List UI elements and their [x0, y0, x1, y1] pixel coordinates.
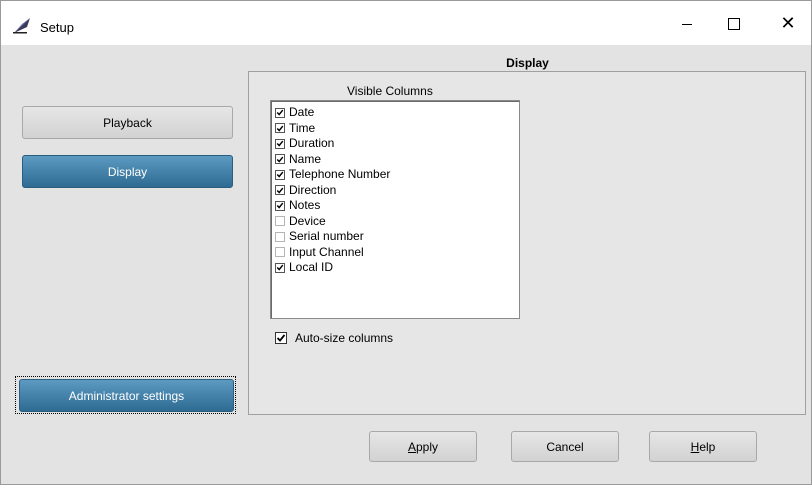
- setup-feather-icon: [13, 18, 30, 34]
- maximize-button[interactable]: [711, 1, 757, 45]
- sidebar-item-label: Playback: [103, 115, 152, 130]
- setup-window: Setup ✕ Playback Display Administrator s…: [0, 0, 812, 485]
- help-button[interactable]: Help: [649, 431, 757, 462]
- visible-columns-list[interactable]: Date Time Duration Name Telephone Number Dire…: [270, 100, 520, 319]
- checkbox-icon[interactable]: [275, 154, 285, 165]
- column-option-label: Input Channel: [289, 244, 364, 259]
- checkmark-icon: [276, 334, 286, 342]
- checkmark-icon: [276, 187, 284, 194]
- close-button[interactable]: ✕: [765, 1, 811, 45]
- column-option[interactable]: Time: [275, 121, 390, 137]
- column-option[interactable]: Serial number: [275, 229, 390, 245]
- visible-columns-items: Date Time Duration Name Telephone Number Dire…: [275, 105, 390, 276]
- checkmark-icon: [276, 202, 284, 209]
- column-option[interactable]: Local ID: [275, 260, 390, 276]
- checkmark-icon: [276, 264, 284, 271]
- cancel-label: Cancel: [546, 439, 584, 454]
- column-option[interactable]: Telephone Number: [275, 167, 390, 183]
- checkbox-icon[interactable]: [275, 107, 285, 118]
- administrator-settings-label: Administrator settings: [68, 388, 185, 403]
- checkbox-icon[interactable]: [275, 200, 285, 211]
- checkbox-icon[interactable]: [275, 262, 285, 273]
- column-option-label: Local ID: [289, 260, 334, 275]
- column-option-label: Date: [289, 105, 315, 120]
- checkbox-icon[interactable]: [275, 231, 285, 242]
- maximize-icon: [728, 18, 740, 30]
- checkbox-icon[interactable]: [275, 332, 287, 344]
- checkbox-icon[interactable]: [275, 138, 285, 149]
- column-option[interactable]: Notes: [275, 198, 390, 214]
- minimize-icon: [682, 23, 692, 25]
- column-option-label: Serial number: [289, 229, 364, 244]
- help-mnemonic: H: [690, 439, 700, 454]
- apply-label: pply: [416, 439, 439, 454]
- column-option-label: Duration: [289, 136, 335, 151]
- apply-mnemonic: A: [407, 439, 416, 454]
- checkbox-icon[interactable]: [275, 123, 285, 134]
- column-option[interactable]: Name: [275, 152, 390, 168]
- administrator-settings-button[interactable]: Administrator settings: [19, 379, 234, 412]
- minimize-button[interactable]: [664, 1, 710, 45]
- checkbox-icon[interactable]: [275, 247, 285, 258]
- window-title: Setup: [40, 20, 74, 35]
- auto-size-columns-checkbox[interactable]: Auto-size columns: [275, 331, 393, 345]
- column-option[interactable]: Input Channel: [275, 245, 390, 261]
- section-title: Display: [506, 56, 549, 70]
- column-option[interactable]: Direction: [275, 183, 390, 199]
- help-label: elp: [699, 439, 716, 454]
- column-option-label: Time: [289, 120, 316, 135]
- column-option-label: Name: [289, 151, 322, 166]
- checkmark-icon: [276, 140, 284, 147]
- close-icon: ✕: [780, 12, 796, 33]
- checkmark-icon: [276, 109, 284, 116]
- cancel-button[interactable]: Cancel: [511, 431, 619, 462]
- auto-size-columns-label: Auto-size columns: [295, 331, 394, 345]
- sidebar-item-label: Display: [107, 164, 148, 179]
- column-option-label: Device: [289, 213, 326, 228]
- sidebar-item-playback[interactable]: Playback: [22, 106, 233, 139]
- column-option-label: Notes: [289, 198, 321, 213]
- visible-columns-label: Visible Columns: [347, 84, 433, 98]
- checkbox-icon[interactable]: [275, 185, 285, 196]
- apply-button[interactable]: Apply: [369, 431, 477, 462]
- column-option[interactable]: Duration: [275, 136, 390, 152]
- checkmark-icon: [276, 156, 284, 163]
- sidebar-item-display[interactable]: Display: [22, 155, 233, 188]
- checkmark-icon: [276, 171, 284, 178]
- checkmark-icon: [276, 125, 284, 132]
- title-bar[interactable]: Setup ✕: [1, 1, 811, 45]
- column-option[interactable]: Date: [275, 105, 390, 121]
- column-option-label: Telephone Number: [289, 167, 391, 182]
- checkbox-icon[interactable]: [275, 216, 285, 227]
- column-option-label: Direction: [289, 182, 337, 197]
- column-option[interactable]: Device: [275, 214, 390, 230]
- checkbox-icon[interactable]: [275, 169, 285, 180]
